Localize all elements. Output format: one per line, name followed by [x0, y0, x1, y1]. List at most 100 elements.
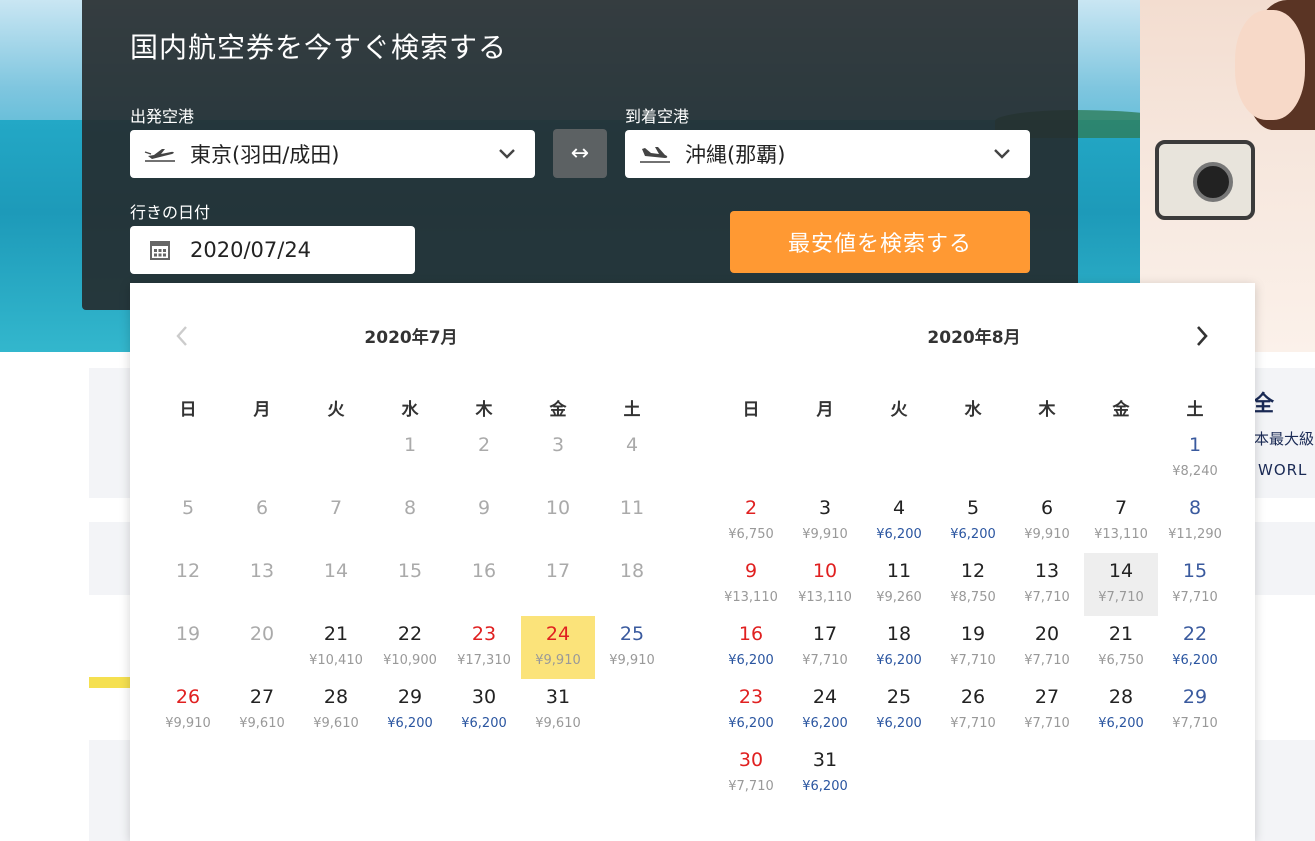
camera-image: [1155, 140, 1255, 220]
empty-day-cell: [862, 427, 936, 490]
day-number: 8: [403, 497, 417, 519]
day-cell[interactable]: 31 ¥6,200: [788, 742, 862, 805]
day-cell[interactable]: 25 ¥6,200: [862, 679, 936, 742]
day-cell[interactable]: 23 ¥6,200: [714, 679, 788, 742]
day-cell[interactable]: 29 ¥6,200: [373, 679, 447, 742]
day-cell[interactable]: 23 ¥17,310: [447, 616, 521, 679]
day-price: ¥7,710: [1172, 590, 1218, 605]
next-month-button[interactable]: [1187, 321, 1217, 351]
day-number: 9: [744, 560, 758, 582]
day-price: ¥6,200: [876, 653, 922, 668]
day-cell[interactable]: 19 ¥7,710: [936, 616, 1010, 679]
day-cell[interactable]: 18 ¥6,200: [862, 616, 936, 679]
day-cell[interactable]: 24 ¥9,910: [521, 616, 595, 679]
side-line-2: WORL: [1258, 461, 1308, 479]
day-number: 31: [545, 686, 571, 708]
day-grid: 1 ¥8,240 2 ¥6,750 3 ¥9,910 4 ¥6,200 5 ¥6,200 6 ¥9,9…: [714, 427, 1234, 805]
day-cell[interactable]: 29 ¥7,710: [1158, 679, 1232, 742]
day-cell[interactable]: 25 ¥9,910: [595, 616, 669, 679]
day-cell[interactable]: 11 ¥9,260: [862, 553, 936, 616]
swap-arrows-icon: ↔: [570, 141, 590, 166]
arrival-select[interactable]: 沖縄(那覇): [625, 130, 1030, 178]
day-number: 26: [960, 686, 986, 708]
day-cell[interactable]: 27 ¥7,710: [1010, 679, 1084, 742]
departure-date-input[interactable]: 2020/07/24: [130, 226, 415, 274]
day-cell[interactable]: 26 ¥7,710: [936, 679, 1010, 742]
week-row: 2 ¥6,750 3 ¥9,910 4 ¥6,200 5 ¥6,200 6 ¥9,910 7 ¥13,…: [714, 490, 1234, 553]
day-number: 7: [329, 497, 343, 519]
day-cell: 18: [595, 553, 669, 616]
day-number: 23: [738, 686, 764, 708]
day-cell[interactable]: 14 ¥7,710: [1084, 553, 1158, 616]
day-cell[interactable]: 21 ¥10,410: [299, 616, 373, 679]
day-cell[interactable]: 6 ¥9,910: [1010, 490, 1084, 553]
day-price: ¥9,910: [1024, 527, 1070, 542]
day-cell[interactable]: 22 ¥6,200: [1158, 616, 1232, 679]
day-number: 1: [1188, 434, 1202, 456]
day-number: 13: [1034, 560, 1060, 582]
day-number: 22: [397, 623, 423, 645]
swap-airports-button[interactable]: ↔: [553, 129, 607, 178]
camera-lens: [1193, 162, 1233, 202]
empty-day-cell: [1010, 427, 1084, 490]
day-number: 8: [1188, 497, 1202, 519]
day-number: 24: [545, 623, 571, 645]
day-cell: 13: [225, 553, 299, 616]
day-price: ¥6,200: [802, 779, 848, 794]
day-cell[interactable]: 1 ¥8,240: [1158, 427, 1232, 490]
day-cell[interactable]: 31 ¥9,610: [521, 679, 595, 742]
day-cell[interactable]: 16 ¥6,200: [714, 616, 788, 679]
day-cell[interactable]: 28 ¥9,610: [299, 679, 373, 742]
day-price: ¥13,110: [1094, 527, 1148, 542]
arrival-label: 到着空港: [625, 107, 690, 126]
day-number: 10: [812, 560, 838, 582]
day-cell[interactable]: 22 ¥10,900: [373, 616, 447, 679]
chevron-down-icon: [479, 148, 535, 160]
day-price: ¥7,710: [950, 716, 996, 731]
model-face: [1235, 10, 1305, 120]
day-cell: 10: [521, 490, 595, 553]
departure-select[interactable]: 東京(羽田/成田): [130, 130, 535, 178]
day-cell[interactable]: 3 ¥9,910: [788, 490, 862, 553]
day-number: 1: [403, 434, 417, 456]
day-price: ¥6,200: [387, 716, 433, 731]
day-cell[interactable]: 8 ¥11,290: [1158, 490, 1232, 553]
day-number: 29: [397, 686, 423, 708]
day-cell[interactable]: 7 ¥13,110: [1084, 490, 1158, 553]
day-cell[interactable]: 27 ¥9,610: [225, 679, 299, 742]
day-cell[interactable]: 4 ¥6,200: [862, 490, 936, 553]
day-cell[interactable]: 5 ¥6,200: [936, 490, 1010, 553]
day-cell[interactable]: 28 ¥6,200: [1084, 679, 1158, 742]
week-row: 26 ¥9,910 27 ¥9,610 28 ¥9,610 29 ¥6,200 30 ¥6,200…: [151, 679, 671, 742]
day-number: 21: [1108, 623, 1134, 645]
day-number: 25: [619, 623, 645, 645]
day-number: 26: [175, 686, 201, 708]
day-number: 19: [175, 623, 201, 645]
day-cell: 12: [151, 553, 225, 616]
day-price: ¥8,750: [950, 590, 996, 605]
day-number: 31: [812, 749, 838, 771]
week-row: 16 ¥6,200 17 ¥7,710 18 ¥6,200 19 ¥7,710 20 ¥7,710…: [714, 616, 1234, 679]
day-number: 29: [1182, 686, 1208, 708]
day-cell: 19: [151, 616, 225, 679]
day-cell[interactable]: 26 ¥9,910: [151, 679, 225, 742]
day-price: ¥7,710: [802, 653, 848, 668]
day-number: 14: [1108, 560, 1134, 582]
search-cheapest-button[interactable]: 最安値を検索する: [730, 211, 1030, 273]
day-cell[interactable]: 20 ¥7,710: [1010, 616, 1084, 679]
day-cell[interactable]: 24 ¥6,200: [788, 679, 862, 742]
week-row: 1 2 3 4: [151, 427, 671, 490]
day-cell[interactable]: 30 ¥7,710: [714, 742, 788, 805]
day-cell[interactable]: 12 ¥8,750: [936, 553, 1010, 616]
day-cell[interactable]: 13 ¥7,710: [1010, 553, 1084, 616]
day-cell[interactable]: 17 ¥7,710: [788, 616, 862, 679]
day-cell[interactable]: 10 ¥13,110: [788, 553, 862, 616]
day-cell[interactable]: 15 ¥7,710: [1158, 553, 1232, 616]
empty-day-cell: [595, 679, 669, 742]
day-price: ¥9,610: [535, 716, 581, 731]
day-cell[interactable]: 21 ¥6,750: [1084, 616, 1158, 679]
day-cell[interactable]: 9 ¥13,110: [714, 553, 788, 616]
day-cell[interactable]: 30 ¥6,200: [447, 679, 521, 742]
day-cell: 16: [447, 553, 521, 616]
day-cell[interactable]: 2 ¥6,750: [714, 490, 788, 553]
